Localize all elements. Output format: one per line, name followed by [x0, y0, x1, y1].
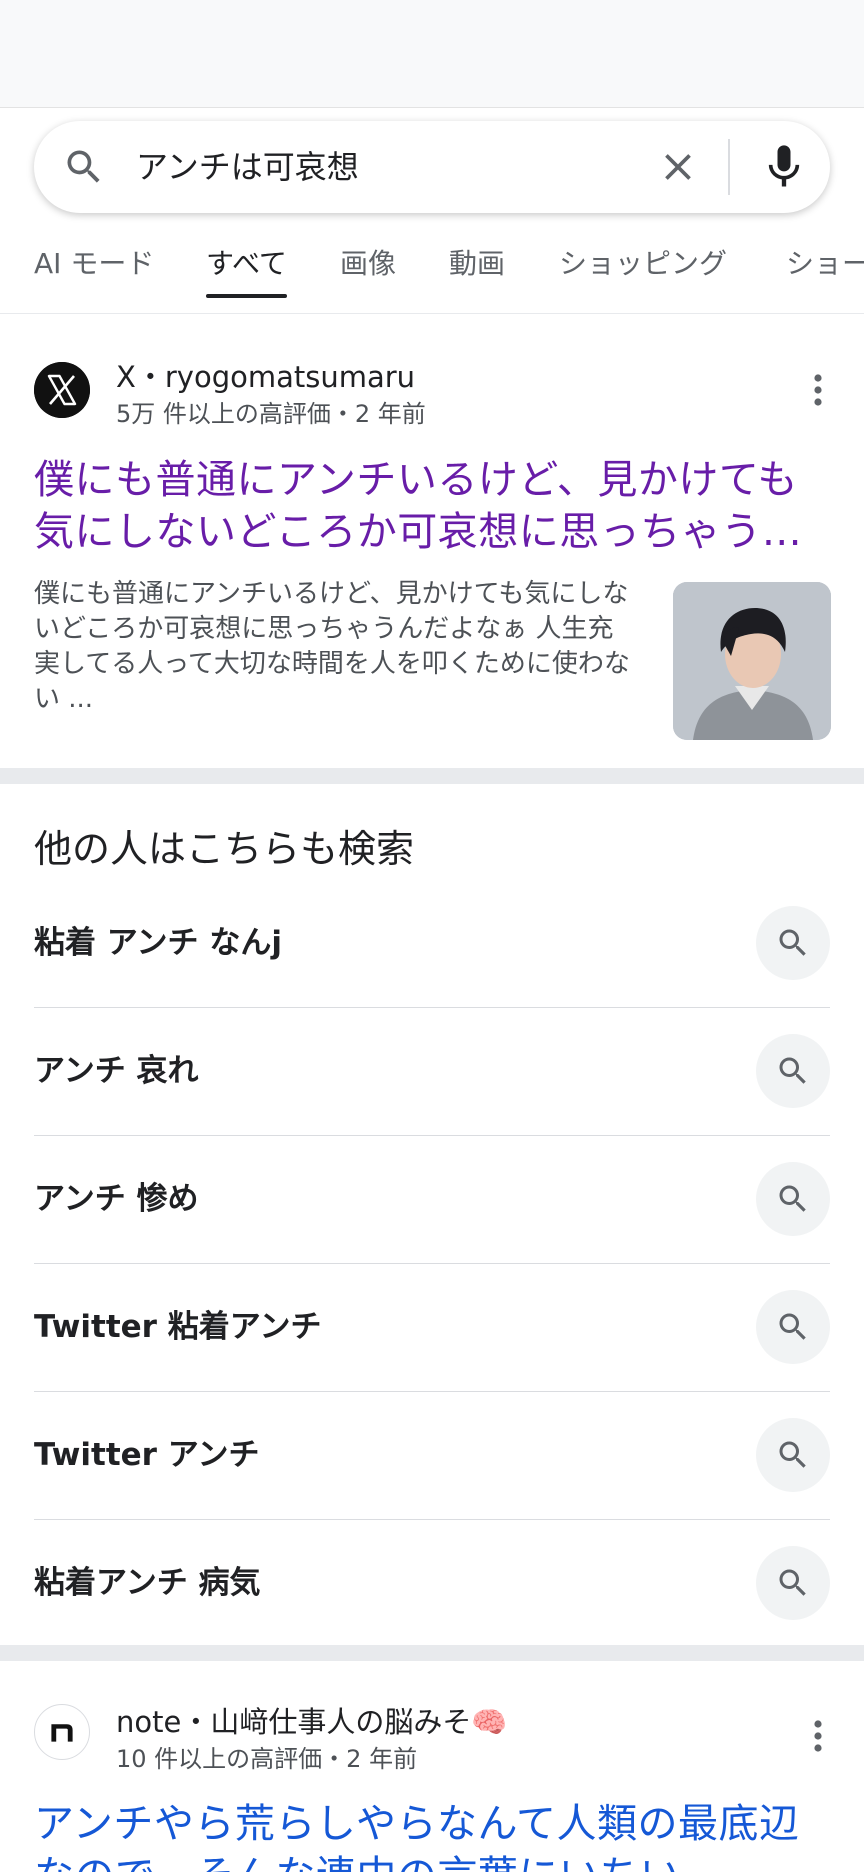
note-logo-icon — [34, 1704, 90, 1760]
microphone-icon[interactable] — [758, 141, 810, 193]
related-search-label: 粘着 アンチ なんj — [34, 925, 282, 961]
result-title-link[interactable]: アンチやら荒らしやらなんて人類の最底辺なので、そんな連中の言葉にいちい — [34, 1798, 834, 1872]
related-searches-title: 他の人はこちらも検索 — [34, 827, 415, 871]
related-search-button[interactable] — [756, 906, 830, 980]
related-search-item[interactable]: Twitter 粘着アンチ — [34, 1264, 830, 1392]
search-icon — [779, 1441, 806, 1468]
related-search-label: Twitter 粘着アンチ — [34, 1309, 322, 1345]
related-search-button[interactable] — [756, 1162, 830, 1236]
related-search-button[interactable] — [756, 1034, 830, 1108]
related-search-label: Twitter アンチ — [34, 1437, 260, 1473]
result-title-link[interactable]: 僕にも普通にアンチいるけど、見かけても気にしないどころか可哀想に思っちゃう… — [34, 454, 834, 558]
tab-images[interactable]: 画像 — [340, 230, 396, 313]
section-divider — [0, 1645, 864, 1661]
search-divider — [728, 139, 730, 195]
search-tabs: AI モード すべて 画像 動画 ショッピング ショー — [0, 230, 864, 314]
related-search-item[interactable]: アンチ 惨め — [34, 1136, 830, 1264]
result-site-line[interactable]: X・ryogomatsumaru — [116, 354, 415, 396]
related-search-label: アンチ 惨め — [34, 1181, 199, 1217]
tab-all[interactable]: すべて — [206, 230, 287, 313]
result-meta: 10 件以上の高評価・2 年前 — [116, 1745, 418, 1773]
section-divider — [0, 768, 864, 784]
tab-all-label: すべて — [206, 247, 287, 280]
tab-videos[interactable]: 動画 — [449, 230, 505, 313]
search-icon — [779, 1057, 806, 1084]
related-search-button[interactable] — [756, 1418, 830, 1492]
search-icon — [779, 1569, 806, 1596]
result-meta: 5万 件以上の高評価・2 年前 — [116, 400, 426, 428]
more-vert-icon[interactable] — [804, 1716, 832, 1756]
result-snippet: 僕にも普通にアンチいるけど、見かけても気にしないどころか可哀想に思っちゃうんだよ… — [34, 579, 630, 714]
active-tab-indicator — [206, 294, 287, 298]
status-bar-area — [0, 0, 864, 108]
related-search-label: アンチ 哀れ — [34, 1053, 199, 1089]
related-search-button[interactable] — [756, 1546, 830, 1620]
search-input[interactable]: アンチは可哀想 — [136, 121, 359, 213]
x-logo-icon — [34, 362, 90, 418]
related-search-button[interactable] — [756, 1290, 830, 1364]
tab-shorts[interactable]: ショー — [786, 230, 864, 313]
search-icon — [779, 929, 806, 956]
result-thumbnail[interactable] — [673, 582, 831, 740]
search-icon — [779, 1185, 806, 1212]
close-icon[interactable] — [656, 145, 700, 189]
related-search-item[interactable]: 粘着アンチ 病気 — [34, 1520, 830, 1648]
search-icon — [779, 1313, 806, 1340]
more-vert-icon[interactable] — [804, 370, 832, 410]
search-bar[interactable]: アンチは可哀想 — [34, 121, 830, 213]
tab-shopping[interactable]: ショッピング — [559, 230, 727, 313]
related-search-item[interactable]: 粘着 アンチ なんj — [34, 880, 830, 1008]
tab-ai-mode[interactable]: AI モード — [34, 230, 154, 313]
related-search-item[interactable]: アンチ 哀れ — [34, 1008, 830, 1136]
result-site-line[interactable]: note・山﨑仕事人の脳みそ🧠 — [116, 1699, 507, 1741]
related-search-label: 粘着アンチ 病気 — [34, 1565, 261, 1601]
related-search-item[interactable]: Twitter アンチ — [34, 1392, 830, 1520]
search-icon[interactable] — [62, 145, 106, 189]
